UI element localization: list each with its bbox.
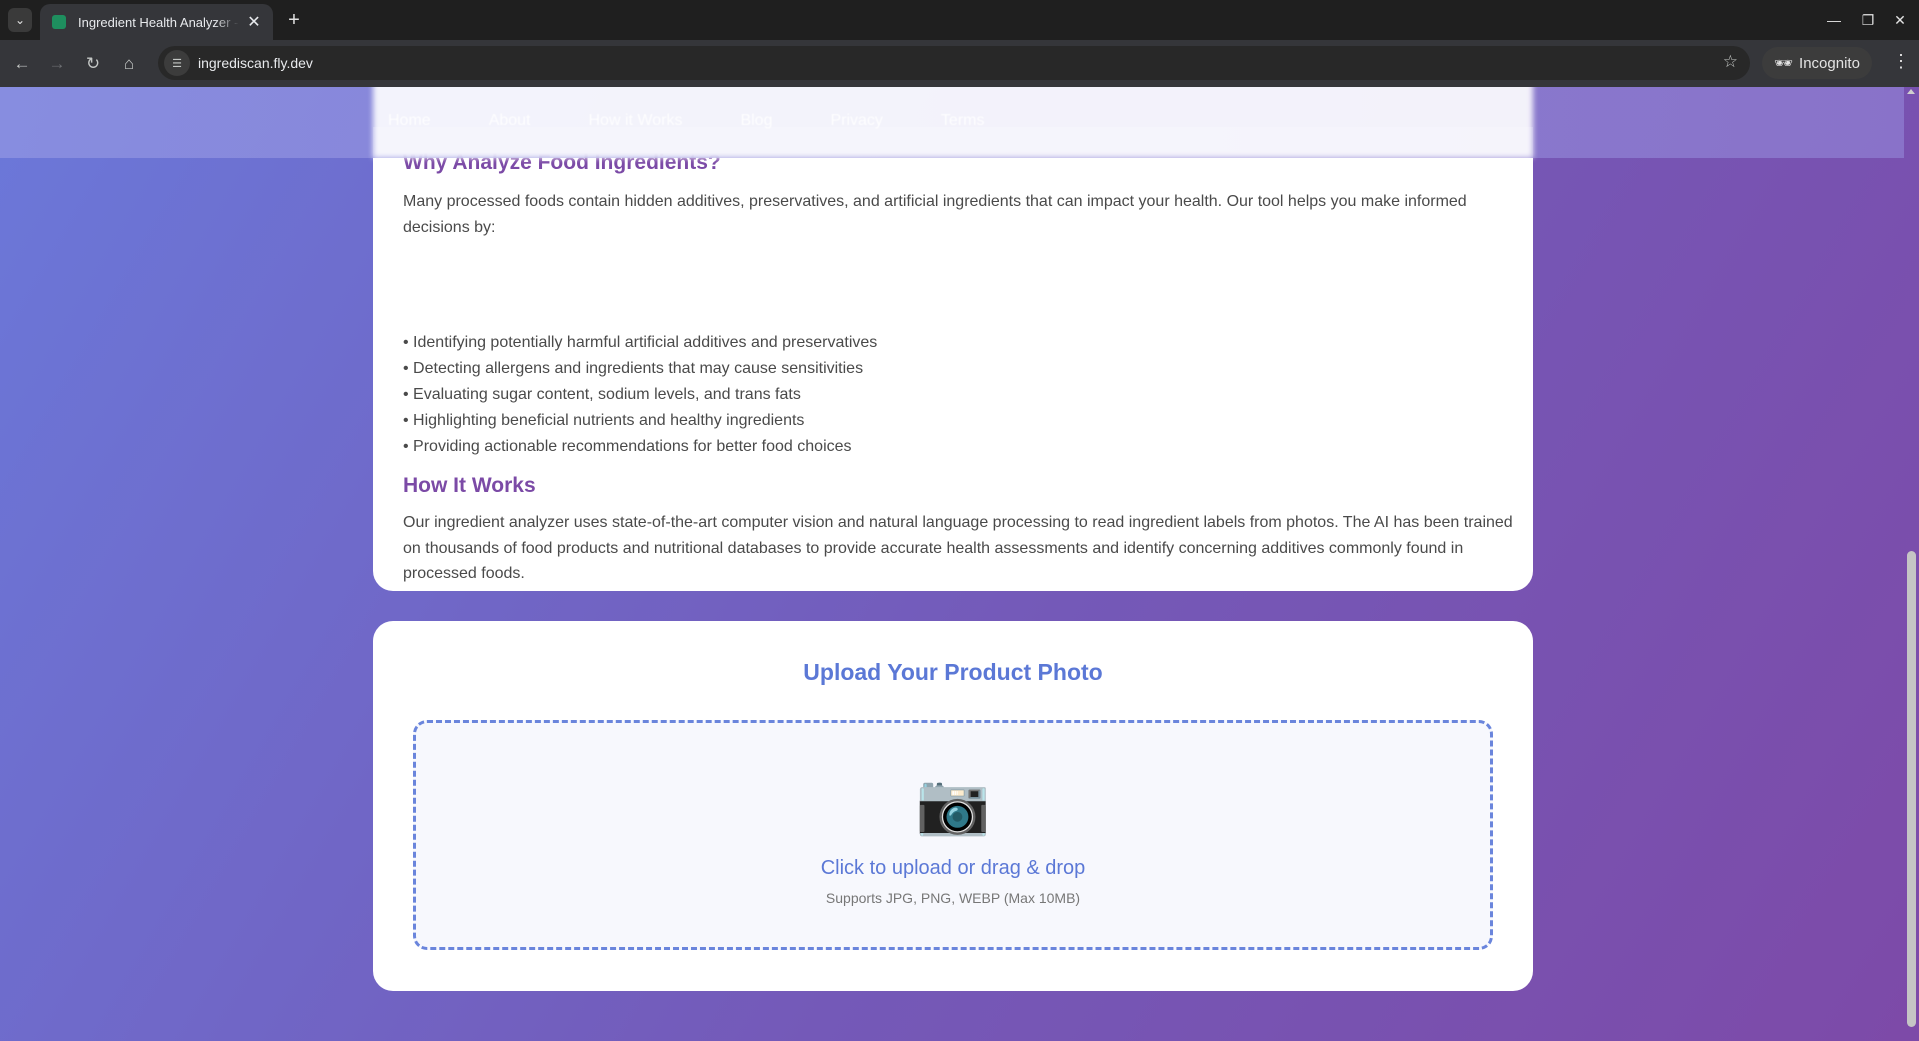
- minimize-icon[interactable]: —: [1822, 8, 1846, 32]
- nav-links: Home About How it Works Blog Privacy Ter…: [388, 112, 1042, 130]
- sticky-nav-header: Home About How it Works Blog Privacy Ter…: [0, 87, 1904, 158]
- upload-card: Upload Your Product Photo 📷 Click to upl…: [373, 621, 1533, 991]
- info-card: Why Analyze Food Ingredients? Many proce…: [373, 127, 1533, 591]
- how-it-works-heading: How It Works: [403, 474, 536, 497]
- favicon-icon: [52, 15, 66, 29]
- upload-cta-text[interactable]: Click to upload or drag & drop: [416, 857, 1490, 880]
- benefits-list: • Identifying potentially harmful artifi…: [403, 330, 877, 460]
- browser-menu-icon[interactable]: ⋮: [1889, 51, 1913, 72]
- incognito-badge[interactable]: 🕶 Incognito: [1762, 47, 1872, 79]
- scrollbar-thumb[interactable]: [1907, 551, 1916, 1027]
- list-item: • Identifying potentially harmful artifi…: [403, 334, 878, 351]
- why-analyze-intro: Many processed foods contain hidden addi…: [403, 193, 1467, 236]
- site-info-icon[interactable]: ☰: [164, 50, 190, 76]
- how-it-works-text: Our ingredient analyzer uses state-of-th…: [403, 514, 1513, 582]
- url-text[interactable]: ingrediscan.fly.dev: [198, 55, 313, 71]
- incognito-icon: 🕶: [1774, 55, 1794, 72]
- browser-tab[interactable]: Ingredient Health Analyzer - ✕: [40, 4, 273, 40]
- nav-link-home[interactable]: Home: [388, 112, 431, 130]
- nav-link-about[interactable]: About: [489, 112, 531, 130]
- page-viewport: Why Analyze Food Ingredients? Many proce…: [0, 87, 1919, 1041]
- tab-list-chevron-down-icon[interactable]: ⌄: [8, 8, 32, 32]
- reload-icon[interactable]: ↻: [80, 51, 106, 77]
- tab-title: Ingredient Health Analyzer -: [78, 14, 239, 30]
- forward-arrow-icon[interactable]: →: [44, 51, 70, 77]
- browser-tab-bar: ⌄ Ingredient Health Analyzer - ✕ + — ❐ ✕: [0, 0, 1919, 40]
- bookmark-star-icon[interactable]: ☆: [1723, 52, 1738, 72]
- camera-icon: 📷: [915, 770, 991, 837]
- nav-link-privacy[interactable]: Privacy: [830, 112, 882, 130]
- upload-supported-formats: Supports JPG, PNG, WEBP (Max 10MB): [825, 890, 1081, 906]
- list-item: • Detecting allergens and ingredients th…: [403, 360, 864, 377]
- upload-dropzone[interactable]: 📷 Click to upload or drag & drop Support…: [413, 720, 1493, 950]
- list-item: • Highlighting beneficial nutrients and …: [403, 412, 805, 429]
- tab-close-icon[interactable]: ✕: [245, 12, 263, 32]
- list-item: • Providing actionable recommendations f…: [403, 438, 852, 455]
- back-arrow-icon[interactable]: ←: [9, 51, 35, 77]
- nav-link-blog[interactable]: Blog: [740, 112, 772, 130]
- nav-link-terms[interactable]: Terms: [941, 112, 985, 130]
- new-tab-plus-icon[interactable]: +: [282, 8, 306, 32]
- upload-heading: Upload Your Product Photo: [803, 659, 1103, 685]
- restore-icon[interactable]: ❐: [1856, 8, 1880, 32]
- browser-toolbar: ← → ↻ ⌂ ☰ ingrediscan.fly.dev ☆ 🕶 Incogn…: [0, 40, 1919, 87]
- incognito-label: Incognito: [1799, 54, 1860, 72]
- home-icon[interactable]: ⌂: [116, 51, 142, 77]
- scroll-up-arrow-icon[interactable]: [1907, 89, 1915, 94]
- list-item: • Evaluating sugar content, sodium level…: [403, 386, 801, 403]
- address-bar[interactable]: ☰ ingrediscan.fly.dev ☆: [158, 46, 1750, 80]
- page-scrollbar[interactable]: [1904, 87, 1919, 1041]
- nav-link-how-it-works[interactable]: How it Works: [589, 112, 683, 130]
- close-window-icon[interactable]: ✕: [1888, 8, 1912, 32]
